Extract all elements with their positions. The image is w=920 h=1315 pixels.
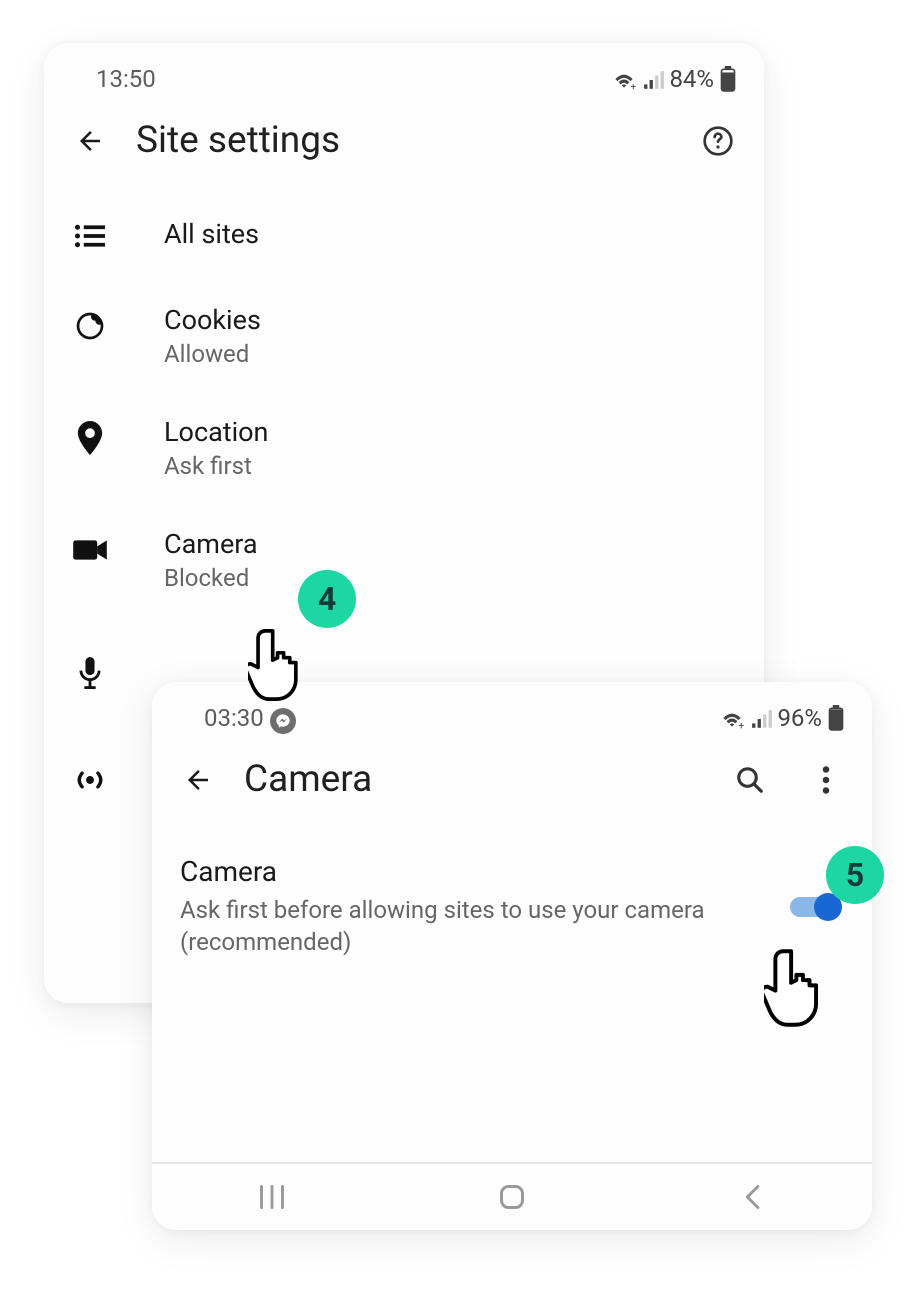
app-bar: Camera bbox=[152, 740, 872, 827]
wifi-icon: + bbox=[719, 707, 745, 729]
battery-icon bbox=[828, 705, 844, 731]
item-title: Camera bbox=[164, 528, 258, 560]
chevron-left-icon bbox=[742, 1183, 762, 1211]
step-badge-5: 5 bbox=[826, 846, 884, 904]
nav-recents-button[interactable] bbox=[222, 1177, 322, 1217]
item-subtitle: Blocked bbox=[164, 564, 258, 592]
settings-item-location[interactable]: Location Ask first bbox=[44, 392, 764, 504]
arrow-left-icon bbox=[183, 765, 213, 795]
svg-text:+: + bbox=[739, 721, 745, 729]
more-vertical-icon bbox=[822, 766, 830, 794]
status-icons: + 96% bbox=[719, 704, 844, 732]
status-time: 13:50 bbox=[96, 65, 156, 93]
settings-item-camera[interactable]: Camera Blocked bbox=[44, 504, 764, 616]
svg-text:+: + bbox=[631, 82, 637, 90]
camera-icon bbox=[72, 532, 108, 568]
item-subtitle: Ask first bbox=[164, 452, 268, 480]
status-time: 03:30 bbox=[204, 704, 264, 732]
settings-item-all-sites[interactable]: All sites bbox=[44, 188, 764, 280]
search-button[interactable] bbox=[732, 762, 768, 798]
page-title: Site settings bbox=[136, 119, 672, 162]
status-bar: 13:50 + 84% bbox=[44, 43, 764, 101]
nav-home-button[interactable] bbox=[462, 1177, 562, 1217]
help-button[interactable] bbox=[700, 123, 736, 159]
arrow-left-icon bbox=[75, 126, 105, 156]
wifi-icon: + bbox=[611, 68, 637, 90]
battery-icon bbox=[720, 66, 736, 92]
item-title: All sites bbox=[164, 218, 259, 250]
settings-item-cookies[interactable]: Cookies Allowed bbox=[44, 280, 764, 392]
home-icon bbox=[498, 1183, 526, 1211]
status-icons: + 84% bbox=[611, 65, 736, 93]
step-badge-4: 4 bbox=[298, 570, 356, 628]
messenger-notification-icon bbox=[270, 708, 296, 734]
pointer-cursor-icon bbox=[764, 946, 834, 1034]
location-icon bbox=[72, 420, 108, 456]
toggle-description: Ask first before allowing sites to use y… bbox=[180, 894, 768, 959]
item-subtitle: Allowed bbox=[164, 340, 261, 368]
back-button[interactable] bbox=[72, 123, 108, 159]
cookie-icon bbox=[72, 308, 108, 344]
toggle-title: Camera bbox=[180, 855, 768, 888]
battery-percent: 84% bbox=[669, 65, 714, 93]
signal-icon bbox=[643, 70, 665, 90]
nav-back-button[interactable] bbox=[702, 1177, 802, 1217]
more-button[interactable] bbox=[808, 762, 844, 798]
pointer-cursor-icon bbox=[248, 626, 312, 708]
item-title: Location bbox=[164, 416, 268, 448]
app-bar: Site settings bbox=[44, 101, 764, 188]
battery-percent: 96% bbox=[777, 704, 822, 732]
page-title: Camera bbox=[244, 758, 704, 801]
signal-icon bbox=[751, 709, 773, 729]
search-icon bbox=[735, 765, 765, 795]
motion-sensors-icon bbox=[72, 762, 108, 798]
recents-icon bbox=[258, 1184, 286, 1210]
mic-icon bbox=[72, 656, 108, 692]
android-navigation-bar bbox=[152, 1162, 872, 1230]
help-circle-icon bbox=[702, 125, 734, 157]
item-title: Cookies bbox=[164, 304, 261, 336]
back-button[interactable] bbox=[180, 762, 216, 798]
list-icon bbox=[72, 218, 108, 254]
